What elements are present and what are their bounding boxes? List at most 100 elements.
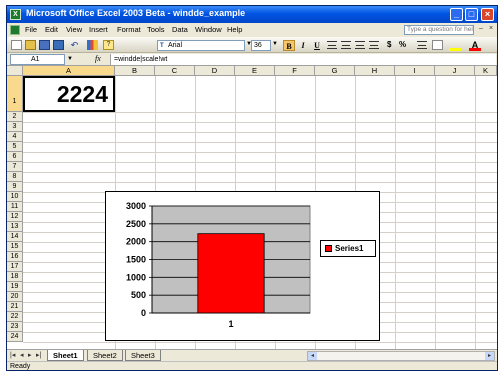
scroll-left-icon[interactable]: ◂ xyxy=(308,352,317,360)
cell-a1[interactable]: 2224 xyxy=(23,76,115,112)
row-header-12[interactable]: 12 xyxy=(7,212,23,222)
row-header-2[interactable]: 2 xyxy=(7,112,23,122)
name-box-dropdown-icon[interactable]: ▼ xyxy=(67,56,73,62)
row-header-19[interactable]: 19 xyxy=(7,282,23,292)
row-header-17[interactable]: 17 xyxy=(7,262,23,272)
next-sheet-icon[interactable]: ▸ xyxy=(28,351,32,359)
gridline xyxy=(23,172,497,173)
menu-window[interactable]: Window xyxy=(195,25,222,34)
fill-color-icon[interactable] xyxy=(449,40,461,51)
row-header-4[interactable]: 4 xyxy=(7,132,23,142)
font-size-dropdown-icon[interactable]: ▼ xyxy=(272,41,278,47)
name-box[interactable]: A1 xyxy=(10,54,65,65)
align-right-icon[interactable] xyxy=(355,41,365,49)
menu-bar: File Edit View Insert Format Tools Data … xyxy=(7,23,497,37)
column-header-a[interactable]: A xyxy=(23,66,115,76)
prev-sheet-icon[interactable]: ◂ xyxy=(20,351,24,359)
row-header-24[interactable]: 24 xyxy=(7,332,23,342)
underline-button[interactable]: U xyxy=(311,40,323,51)
sheet-tab-sheet3[interactable]: Sheet3 xyxy=(125,350,161,361)
title-bar[interactable]: X Microsoft Office Excel 2003 Beta - win… xyxy=(7,6,497,23)
column-header-i[interactable]: I xyxy=(395,66,435,76)
merge-center-icon[interactable] xyxy=(369,41,379,49)
help-icon[interactable]: ? xyxy=(103,40,114,50)
font-name-select[interactable]: T Arial xyxy=(157,40,245,51)
doc-minimize-icon[interactable]: – xyxy=(479,25,483,32)
menu-data[interactable]: Data xyxy=(172,25,188,34)
chart-wizard-icon[interactable] xyxy=(87,40,98,50)
menu-insert[interactable]: Insert xyxy=(89,25,108,34)
row-header-18[interactable]: 18 xyxy=(7,272,23,282)
excel-app-icon[interactable]: X xyxy=(10,9,21,20)
formula-input[interactable]: =windde|scale!wt xyxy=(110,54,496,65)
menu-edit[interactable]: Edit xyxy=(45,25,58,34)
decrease-indent-icon[interactable] xyxy=(417,41,427,49)
menu-file[interactable]: File xyxy=(25,25,37,34)
row-header-20[interactable]: 20 xyxy=(7,292,23,302)
column-header-h[interactable]: H xyxy=(355,66,395,76)
open-folder-icon[interactable] xyxy=(25,40,36,50)
row-header-10[interactable]: 10 xyxy=(7,192,23,202)
last-sheet-icon[interactable]: ▸| xyxy=(36,351,41,359)
menu-help[interactable]: Help xyxy=(227,25,242,34)
column-header-c[interactable]: C xyxy=(155,66,195,76)
column-header-k[interactable]: K xyxy=(475,66,497,76)
row-header-16[interactable]: 16 xyxy=(7,252,23,262)
column-header-b[interactable]: B xyxy=(115,66,155,76)
sheet-tab-sheet2[interactable]: Sheet2 xyxy=(87,350,123,361)
row-header-8[interactable]: 8 xyxy=(7,172,23,182)
row-header-15[interactable]: 15 xyxy=(7,242,23,252)
row-header-1[interactable]: 1 xyxy=(7,76,23,112)
worksheet-grid[interactable]: A B C D E F G H I J K 1 2 3 4 5 6 7 8 9 … xyxy=(7,66,497,349)
select-all-corner[interactable] xyxy=(7,66,23,76)
save-icon[interactable] xyxy=(39,40,50,50)
menu-tools[interactable]: Tools xyxy=(147,25,165,34)
row-header-11[interactable]: 11 xyxy=(7,202,23,212)
bold-button[interactable]: B xyxy=(283,40,295,51)
row-header-23[interactable]: 23 xyxy=(7,322,23,332)
row-header-3[interactable]: 3 xyxy=(7,122,23,132)
column-header-f[interactable]: F xyxy=(275,66,315,76)
align-center-icon[interactable] xyxy=(341,41,351,49)
column-header-d[interactable]: D xyxy=(195,66,235,76)
row-header-13[interactable]: 13 xyxy=(7,222,23,232)
font-size-select[interactable]: 36 xyxy=(251,40,271,51)
row-header-6[interactable]: 6 xyxy=(7,152,23,162)
scroll-right-icon[interactable]: ▸ xyxy=(485,352,494,360)
permission-icon[interactable] xyxy=(53,40,64,50)
row-header-21[interactable]: 21 xyxy=(7,302,23,312)
row-header-14[interactable]: 14 xyxy=(7,232,23,242)
close-button[interactable]: × xyxy=(481,8,494,21)
horizontal-scrollbar[interactable]: ◂ ▸ xyxy=(307,351,495,361)
workbook-icon[interactable] xyxy=(10,25,20,35)
menu-view[interactable]: View xyxy=(66,25,82,34)
row-header-7[interactable]: 7 xyxy=(7,162,23,172)
maximize-button[interactable]: □ xyxy=(465,8,478,21)
menu-format[interactable]: Format xyxy=(117,25,141,34)
percent-button[interactable]: % xyxy=(399,40,406,49)
x-tick-label: 1 xyxy=(228,319,233,329)
chart-legend[interactable]: Series1 xyxy=(320,240,376,257)
new-file-icon[interactable] xyxy=(11,40,22,50)
column-header-j[interactable]: J xyxy=(435,66,475,76)
first-sheet-icon[interactable]: |◂ xyxy=(10,351,15,359)
column-header-e[interactable]: E xyxy=(235,66,275,76)
doc-close-icon[interactable]: × xyxy=(489,25,493,32)
embedded-chart[interactable]: 0 500 1000 1500 2000 2500 3000 1 Series1 xyxy=(105,191,380,341)
row-header-5[interactable]: 5 xyxy=(7,142,23,152)
minimize-button[interactable]: _ xyxy=(450,8,463,21)
truetype-font-icon: T xyxy=(160,43,164,49)
insert-function-icon[interactable]: fx xyxy=(95,54,101,63)
row-header-22[interactable]: 22 xyxy=(7,312,23,322)
column-header-g[interactable]: G xyxy=(315,66,355,76)
borders-icon[interactable] xyxy=(432,40,443,50)
align-left-icon[interactable] xyxy=(327,41,337,49)
undo-icon[interactable]: ↶ xyxy=(69,40,80,50)
currency-button[interactable]: $ xyxy=(387,40,391,49)
help-search-input[interactable]: Type a question for help xyxy=(404,25,474,35)
sheet-tab-sheet1[interactable]: Sheet1 xyxy=(47,350,84,361)
italic-button[interactable]: I xyxy=(297,40,309,51)
y-tick-label: 0 xyxy=(141,308,146,318)
row-header-9[interactable]: 9 xyxy=(7,182,23,192)
font-color-icon[interactable]: A xyxy=(469,40,481,51)
